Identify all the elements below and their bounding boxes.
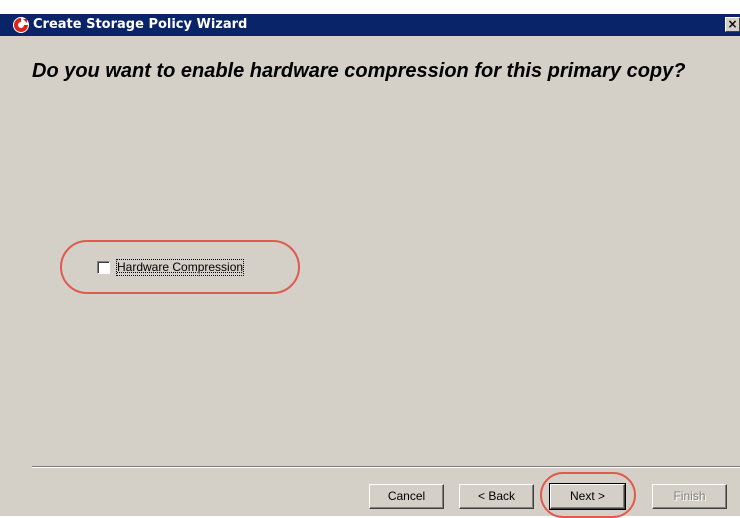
app-logo-icon: [12, 16, 30, 34]
cancel-button[interactable]: Cancel: [369, 484, 444, 509]
back-button[interactable]: < Back: [459, 484, 534, 509]
title-bar[interactable]: Create Storage Policy Wizard ×: [0, 14, 740, 36]
next-button[interactable]: Next >: [549, 483, 626, 510]
hardware-compression-checkbox[interactable]: [97, 261, 110, 274]
close-button[interactable]: ×: [725, 17, 740, 32]
finish-button: Finish: [652, 484, 727, 509]
page-heading: Do you want to enable hardware compressi…: [32, 60, 686, 82]
window-title: Create Storage Policy Wizard: [33, 17, 248, 32]
wizard-window: [0, 14, 740, 516]
button-area-divider: [32, 466, 740, 468]
screenshot-top-strip: [0, 0, 740, 14]
hardware-compression-label[interactable]: Hardware Compression: [115, 259, 245, 276]
